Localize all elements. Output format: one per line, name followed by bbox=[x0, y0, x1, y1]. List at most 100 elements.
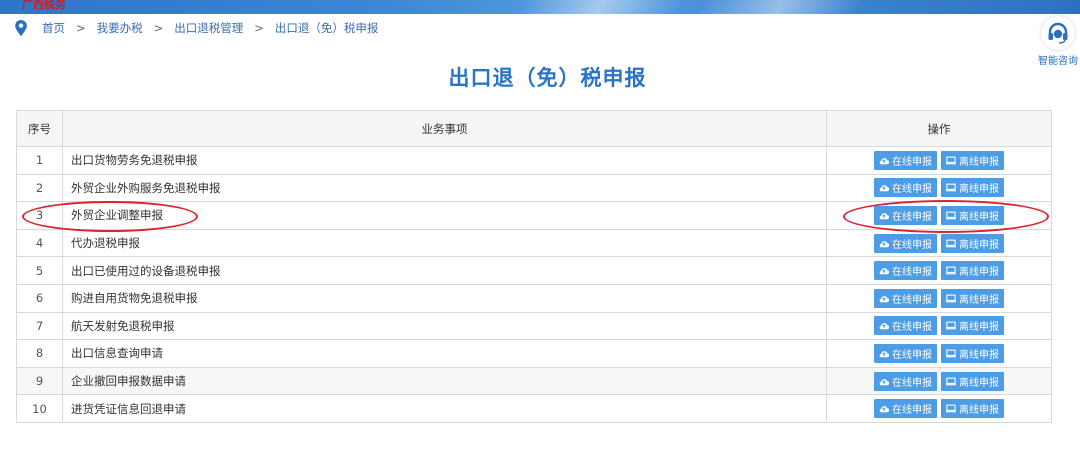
row-actions: 在线申报 离线申报 bbox=[826, 228, 1052, 258]
offline-declare-button[interactable]: 离线申报 bbox=[941, 399, 1004, 419]
online-declare-label: 在线申报 bbox=[892, 405, 932, 417]
breadcrumb-separator: > bbox=[254, 21, 264, 35]
row-item-name: 进货凭证信息回退申请 bbox=[62, 394, 827, 423]
breadcrumb-current[interactable]: 出口退（免）税申报 bbox=[275, 20, 379, 36]
online-declare-button[interactable]: 在线申报 bbox=[874, 371, 937, 391]
offline-declare-button[interactable]: 离线申报 bbox=[941, 205, 1004, 225]
online-declare-label: 在线申报 bbox=[892, 349, 932, 361]
row-item-name: 外贸企业调整申报 bbox=[62, 201, 827, 230]
offline-declare-button[interactable]: 离线申报 bbox=[941, 371, 1004, 391]
online-declare-label: 在线申报 bbox=[892, 211, 932, 223]
row-actions: 在线申报 离线申报 bbox=[826, 311, 1052, 341]
row-index: 6 bbox=[16, 283, 63, 313]
offline-declare-button[interactable]: 离线申报 bbox=[941, 150, 1004, 170]
cloud-upload-icon bbox=[879, 185, 889, 192]
monitor-icon bbox=[946, 404, 956, 413]
online-declare-button[interactable]: 在线申报 bbox=[874, 343, 937, 363]
online-declare-button[interactable]: 在线申报 bbox=[874, 233, 937, 253]
offline-declare-button[interactable]: 离线申报 bbox=[941, 316, 1004, 336]
table-row: 4 代办退税申报 在线申报 离线申报 bbox=[16, 228, 1052, 258]
declaration-table: 序号 业务事项 操作 1 出口货物劳务免退税申报 在线申报 离线申报 2 外贸企业外购服务… bbox=[16, 110, 1052, 423]
row-item-name: 外贸企业外购服务免退税申报 bbox=[62, 173, 827, 203]
table-row: 1 出口货物劳务免退税申报 在线申报 离线申报 bbox=[16, 146, 1052, 175]
offline-declare-button[interactable]: 离线申报 bbox=[941, 233, 1004, 253]
cloud-upload-icon bbox=[879, 213, 889, 220]
cloud-upload-icon bbox=[879, 157, 889, 165]
row-item-name: 代办退税申报 bbox=[62, 228, 827, 258]
online-declare-button[interactable]: 在线申报 bbox=[874, 288, 937, 308]
table-header-row: 序号 业务事项 操作 bbox=[16, 110, 1052, 147]
monitor-icon bbox=[946, 211, 956, 220]
table-row: 2 外贸企业外购服务免退税申报 在线申报 离线申报 bbox=[16, 173, 1052, 203]
headset-icon[interactable] bbox=[1041, 16, 1075, 50]
table-row: 9 企业撤回申报数据申请 在线申报 离线申报 bbox=[16, 366, 1052, 396]
online-declare-label: 在线申报 bbox=[892, 239, 932, 251]
breadcrumb-home[interactable]: 首页 bbox=[42, 20, 65, 36]
cloud-upload-icon bbox=[879, 378, 889, 385]
online-declare-button[interactable]: 在线申报 bbox=[874, 178, 937, 198]
monitor-icon bbox=[946, 239, 956, 247]
breadcrumb-separator: > bbox=[153, 21, 164, 35]
online-declare-button[interactable]: 在线申报 bbox=[874, 150, 937, 170]
page-title: 出口退（免）税申报 bbox=[448, 66, 647, 90]
breadcrumb-tax-handling[interactable]: 我要办税 bbox=[97, 20, 143, 36]
offline-declare-label: 离线申报 bbox=[959, 322, 999, 334]
row-index: 1 bbox=[16, 146, 63, 175]
cloud-upload-icon bbox=[879, 351, 889, 358]
row-item-name: 出口货物劳务免退税申报 bbox=[62, 146, 827, 175]
row-index: 10 bbox=[16, 394, 63, 423]
location-pin-icon bbox=[15, 20, 27, 36]
offline-declare-label: 离线申报 bbox=[959, 377, 999, 389]
table-row: 5 出口已使用过的设备退税申报 在线申报 离线申报 bbox=[16, 256, 1052, 285]
offline-declare-button[interactable]: 离线申报 bbox=[941, 261, 1004, 281]
row-index: 7 bbox=[16, 311, 63, 341]
row-index: 8 bbox=[16, 339, 63, 368]
column-header-ops: 操作 bbox=[826, 110, 1052, 147]
online-declare-label: 在线申报 bbox=[892, 184, 932, 196]
site-logo: 广西税务 bbox=[22, 0, 66, 11]
table-row: 6 购进自用货物免退税申报 在线申报 离线申报 bbox=[16, 283, 1052, 313]
row-actions: 在线申报 离线申报 bbox=[826, 256, 1052, 285]
online-declare-button[interactable]: 在线申报 bbox=[874, 261, 937, 281]
breadcrumb: 首页 > 我要办税 > 出口退税管理 > 出口退（免）税申报 bbox=[14, 20, 378, 36]
offline-declare-label: 离线申报 bbox=[959, 405, 999, 417]
online-declare-button[interactable]: 在线申报 bbox=[874, 399, 937, 419]
table-row: 3 外贸企业调整申报 在线申报 离线申报 bbox=[16, 201, 1052, 230]
table-row: 7 航天发射免退税申报 在线申报 离线申报 bbox=[16, 311, 1052, 341]
offline-declare-label: 离线申报 bbox=[959, 211, 999, 223]
row-item-name: 航天发射免退税申报 bbox=[62, 311, 827, 341]
monitor-icon bbox=[946, 266, 956, 275]
online-declare-label: 在线申报 bbox=[892, 267, 932, 279]
row-item-name: 出口已使用过的设备退税申报 bbox=[62, 256, 827, 285]
offline-declare-button[interactable]: 离线申报 bbox=[941, 343, 1004, 363]
breadcrumb-export-refund-mgmt[interactable]: 出口退税管理 bbox=[174, 20, 243, 36]
row-index: 5 bbox=[16, 256, 63, 285]
row-actions: 在线申报 离线申报 bbox=[826, 283, 1052, 313]
cloud-upload-icon bbox=[879, 240, 889, 247]
offline-declare-button[interactable]: 离线申报 bbox=[941, 178, 1004, 198]
column-header-index: 序号 bbox=[16, 110, 63, 147]
monitor-icon bbox=[946, 156, 956, 165]
row-actions: 在线申报 离线申报 bbox=[826, 366, 1052, 396]
row-item-name: 购进自用货物免退税申报 bbox=[62, 283, 827, 313]
column-header-item: 业务事项 bbox=[62, 110, 827, 147]
monitor-icon bbox=[946, 184, 956, 192]
row-actions: 在线申报 离线申报 bbox=[826, 339, 1052, 368]
cloud-upload-icon bbox=[879, 323, 889, 330]
online-declare-button[interactable]: 在线申报 bbox=[874, 205, 937, 225]
table-row: 10 进货凭证信息回退申请 在线申报 离线申报 bbox=[16, 394, 1052, 423]
monitor-icon bbox=[946, 294, 956, 303]
row-index: 3 bbox=[16, 201, 63, 230]
offline-declare-label: 离线申报 bbox=[959, 156, 999, 168]
row-index: 9 bbox=[16, 366, 63, 396]
online-declare-label: 在线申报 bbox=[892, 294, 932, 306]
offline-declare-label: 离线申报 bbox=[959, 184, 999, 196]
row-actions: 在线申报 离线申报 bbox=[826, 173, 1052, 203]
row-item-name: 出口信息查询申请 bbox=[62, 339, 827, 368]
offline-declare-label: 离线申报 bbox=[959, 239, 999, 251]
top-banner: 广西税务 bbox=[0, 0, 1080, 14]
monitor-icon bbox=[946, 377, 956, 385]
offline-declare-button[interactable]: 离线申报 bbox=[941, 288, 1004, 308]
offline-declare-label: 离线申报 bbox=[959, 267, 999, 279]
online-declare-button[interactable]: 在线申报 bbox=[874, 316, 937, 336]
